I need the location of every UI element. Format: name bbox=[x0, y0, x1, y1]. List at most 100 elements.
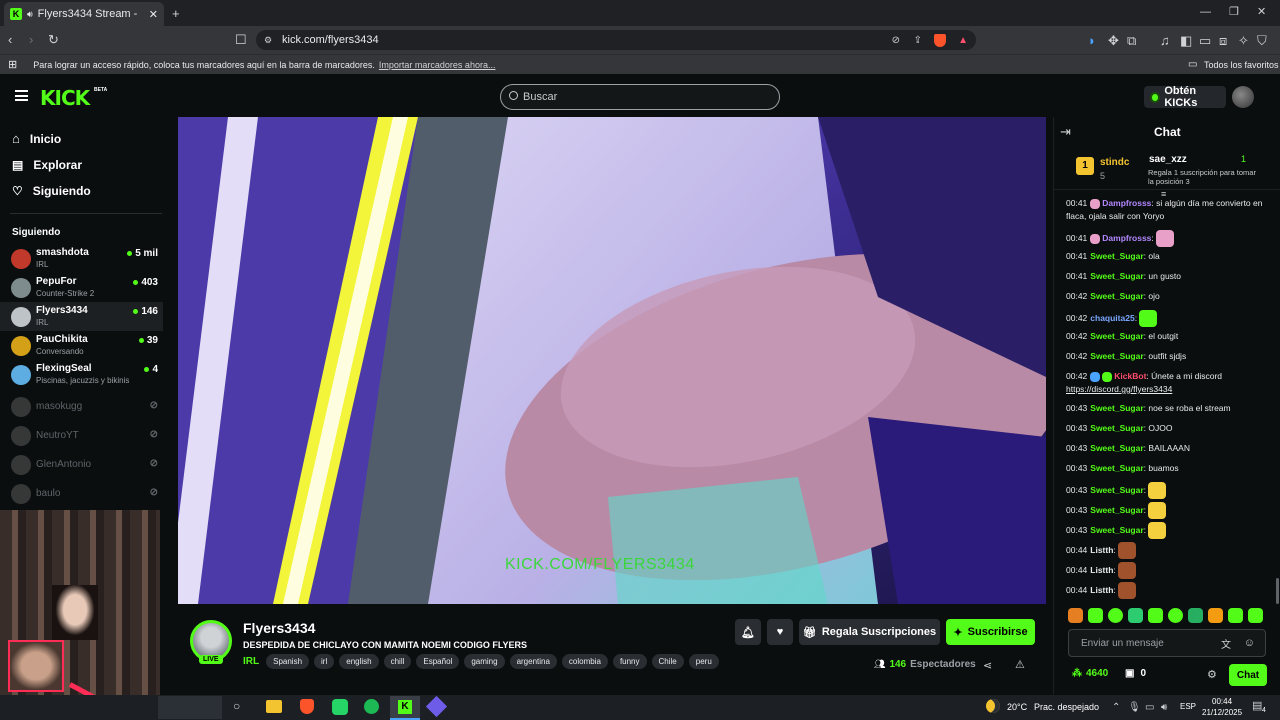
get-kicks-button[interactable]: Obtén KICKs bbox=[1144, 85, 1226, 109]
chat-username[interactable]: chaquita25 bbox=[1090, 313, 1134, 323]
restore-icon[interactable]: ❐ bbox=[1229, 6, 1239, 19]
file-explorer-icon[interactable] bbox=[266, 700, 282, 713]
chat-emote-icon[interactable] bbox=[1148, 482, 1167, 499]
volume-icon[interactable]: 🔊︎ bbox=[1161, 701, 1167, 714]
weather-text[interactable]: Prac. despejado bbox=[1034, 702, 1099, 712]
tab-close-icon[interactable]: ✕ bbox=[149, 8, 158, 21]
chat-emote-icon[interactable] bbox=[1118, 542, 1137, 559]
share-icon[interactable]: ⇪ bbox=[914, 35, 922, 46]
gifter-name[interactable]: sae_xzz bbox=[1149, 154, 1187, 165]
back-icon[interactable]: ‹ bbox=[8, 33, 12, 46]
chat-username[interactable]: Listth bbox=[1090, 545, 1113, 555]
taskbar-search-box[interactable] bbox=[158, 696, 222, 719]
close-window-icon[interactable]: ✕ bbox=[1257, 6, 1266, 19]
tag[interactable]: Spanish bbox=[266, 654, 310, 669]
bookmark-icon[interactable]: ☐ bbox=[235, 33, 247, 46]
chat-emote-icon[interactable] bbox=[1156, 230, 1175, 247]
reload-icon[interactable]: ↻ bbox=[48, 33, 59, 46]
chat-emote-icon[interactable] bbox=[1139, 310, 1158, 327]
tag[interactable]: argentina bbox=[509, 654, 557, 669]
split-view-icon[interactable]: ⧈ bbox=[1219, 34, 1227, 47]
tag[interactable]: Chile bbox=[651, 654, 684, 669]
chat-input[interactable]: Enviar un mensaje 文 ☺ bbox=[1068, 629, 1266, 657]
report-icon[interactable]: ⚠ bbox=[1015, 659, 1025, 672]
forward-icon[interactable]: › bbox=[29, 33, 33, 46]
no-camera-icon[interactable]: ⊘ bbox=[892, 35, 900, 46]
cortana-icon[interactable]: ○ bbox=[233, 700, 240, 713]
import-bookmarks-link[interactable]: Importar marcadores ahora... bbox=[379, 60, 496, 70]
emote-icon[interactable] bbox=[1088, 608, 1103, 623]
kick-logo[interactable]: KICK bbox=[40, 86, 90, 110]
emote-icon[interactable] bbox=[1068, 608, 1083, 623]
tag[interactable]: gaming bbox=[464, 654, 505, 669]
chat-scrollbar[interactable] bbox=[1276, 578, 1279, 604]
nav-home[interactable]: ⌂ Inicio bbox=[12, 131, 61, 146]
nav-following[interactable]: ♡ Siguiendo bbox=[12, 184, 91, 198]
chat-emote-icon[interactable] bbox=[1118, 562, 1137, 579]
category-link[interactable]: IRL bbox=[243, 656, 259, 667]
whatsapp-icon[interactable] bbox=[332, 699, 348, 715]
brave-icon[interactable] bbox=[300, 699, 314, 714]
channel-points[interactable]: ⁂ 4640 bbox=[1072, 668, 1108, 679]
chat-username[interactable]: Sweet_Sugar bbox=[1090, 443, 1143, 453]
chat-username[interactable]: Dampfrosss bbox=[1102, 233, 1151, 243]
chat-username[interactable]: Sweet_Sugar bbox=[1090, 463, 1143, 473]
chat-username[interactable]: Sweet_Sugar bbox=[1090, 291, 1143, 301]
emoji-icon[interactable]: ☺ bbox=[1244, 637, 1255, 649]
chat-username[interactable]: Sweet_Sugar bbox=[1090, 423, 1143, 433]
chat-username[interactable]: Sweet_Sugar bbox=[1090, 525, 1143, 535]
emote-icon[interactable] bbox=[1248, 608, 1263, 623]
chat-username[interactable]: Sweet_Sugar bbox=[1090, 251, 1143, 261]
menu-icon[interactable] bbox=[15, 90, 28, 101]
followed-channel-smashdota[interactable]: smashdota IRL 5 mil bbox=[0, 244, 163, 273]
input-language[interactable]: ESP bbox=[1180, 702, 1196, 711]
emote-icon[interactable] bbox=[1148, 608, 1163, 623]
tag[interactable]: chill bbox=[383, 654, 412, 669]
vpn-icon[interactable]: ⛉ bbox=[1257, 34, 1267, 47]
followed-channel-masokugg[interactable]: masokugg ⊘ bbox=[0, 392, 163, 421]
site-info-icon[interactable]: ⚙ bbox=[264, 35, 272, 46]
kick-app-icon[interactable]: K bbox=[390, 696, 420, 720]
chat-username[interactable]: Dampfrosss bbox=[1102, 198, 1151, 208]
channel-name[interactable]: Flyers3434 bbox=[243, 620, 315, 636]
network-icon[interactable]: ▭ bbox=[1145, 701, 1154, 714]
leo-ai-icon[interactable]: ✧ bbox=[1238, 34, 1249, 47]
tag[interactable]: Español bbox=[416, 654, 460, 669]
chat-username[interactable]: Sweet_Sugar bbox=[1090, 351, 1143, 361]
wallet-icon[interactable]: ▭ bbox=[1199, 34, 1211, 47]
share-icon[interactable]: ⋖ bbox=[983, 660, 992, 673]
followed-channel-baulo[interactable]: baulo ⊘ bbox=[0, 479, 163, 508]
screenshot-icon[interactable]: ⧉ bbox=[1127, 34, 1136, 47]
chat-username[interactable]: Sweet_Sugar bbox=[1090, 485, 1143, 495]
emote-icon[interactable] bbox=[1108, 608, 1123, 623]
search-input[interactable]: Buscar bbox=[500, 84, 780, 110]
user-avatar[interactable] bbox=[1232, 86, 1254, 108]
chat-emote-icon[interactable] bbox=[1118, 582, 1137, 599]
followed-channel-neutroyt[interactable]: NeutroYT ⊘ bbox=[0, 421, 163, 450]
emote-icon[interactable] bbox=[1228, 608, 1243, 623]
microphone-icon[interactable]: 🎙︎ bbox=[1128, 701, 1141, 714]
followed-channel-glenantonio[interactable]: GlenAntonio ⊘ bbox=[0, 450, 163, 479]
media-icon[interactable]: ♫ bbox=[1160, 34, 1170, 47]
followed-channel-pepufor[interactable]: PepuFor Counter-Strike 2 403 bbox=[0, 273, 163, 302]
minimize-icon[interactable]: — bbox=[1200, 6, 1211, 19]
notification-center-icon[interactable]: ▤ bbox=[1252, 700, 1262, 713]
chat-username[interactable]: KickBot bbox=[1114, 371, 1146, 381]
sidebar-toggle-icon[interactable]: ◧ bbox=[1180, 34, 1192, 47]
follow-button[interactable]: ♥ bbox=[767, 619, 793, 645]
new-tab-icon[interactable]: + bbox=[172, 7, 180, 20]
tag[interactable]: peru bbox=[688, 654, 719, 669]
spotify-icon[interactable] bbox=[364, 699, 379, 714]
send-chat-button[interactable]: Chat bbox=[1229, 664, 1267, 686]
notifications-button[interactable]: 🔔︎ bbox=[735, 619, 761, 645]
tag[interactable]: colombia bbox=[561, 654, 608, 669]
followed-channel-flexingseal[interactable]: FlexingSeal Piscinas, jacuzzis y bikinis… bbox=[0, 360, 163, 389]
chat-username[interactable]: Listth bbox=[1090, 565, 1113, 575]
tray-chevron-icon[interactable]: ⌃ bbox=[1112, 701, 1120, 714]
subscribe-button[interactable]: ✦ Suscribirse bbox=[946, 619, 1035, 645]
collapse-chat-icon[interactable]: ⇥ bbox=[1060, 125, 1071, 138]
emote-icon[interactable] bbox=[1168, 608, 1183, 623]
nav-explore[interactable]: ▤ Explorar bbox=[12, 158, 82, 172]
emote-icon[interactable] bbox=[1208, 608, 1223, 623]
followed-channel-pauchikita[interactable]: PauChikita Conversando 39 bbox=[0, 331, 163, 360]
